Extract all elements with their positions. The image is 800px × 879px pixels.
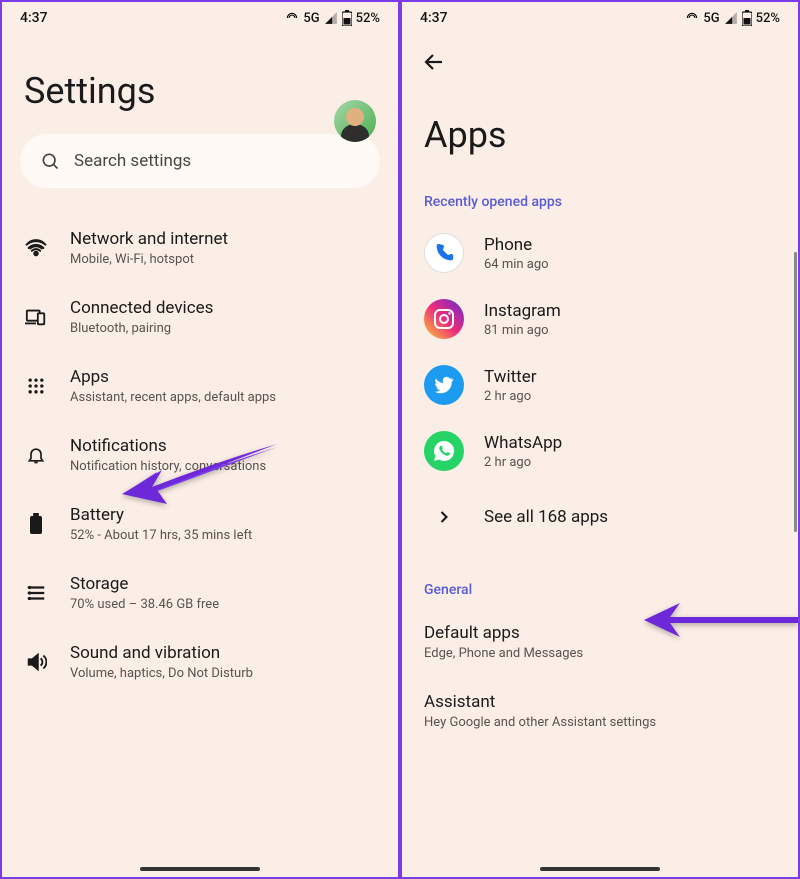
status-time: 4:37 (420, 10, 448, 26)
search-settings[interactable]: Search settings (20, 134, 380, 188)
devices-icon (24, 305, 48, 329)
instagram-app-icon (424, 299, 464, 339)
see-all-apps[interactable]: See all 168 apps (402, 484, 798, 550)
settings-item-battery[interactable]: Battery 52% - About 17 hrs, 35 mins left (2, 490, 398, 559)
gesture-bar[interactable] (140, 867, 260, 871)
status-bar: 4:37 5G 52% (402, 2, 798, 30)
back-arrow-icon (422, 50, 446, 74)
signal-icon (324, 11, 338, 25)
item-title: Apps (70, 366, 376, 388)
search-placeholder: Search settings (74, 151, 191, 171)
profile-avatar[interactable] (334, 100, 376, 142)
search-icon (40, 151, 60, 171)
battery-pct: 52% (356, 11, 380, 26)
item-subtitle: 52% - About 17 hrs, 35 mins left (70, 528, 376, 545)
battery-icon (342, 10, 352, 26)
app-subtitle: 2 hr ago (484, 455, 776, 470)
wifi-icon (24, 236, 48, 260)
recent-app-instagram[interactable]: Instagram 81 min ago (402, 286, 798, 352)
app-title: Instagram (484, 301, 776, 321)
back-button[interactable] (422, 50, 446, 74)
battery-pct: 52% (756, 11, 780, 26)
item-title: Connected devices (70, 297, 376, 319)
settings-item-devices[interactable]: Connected devices Bluetooth, pairing (2, 283, 398, 352)
storage-icon (24, 581, 48, 605)
app-subtitle: 64 min ago (484, 257, 776, 272)
app-subtitle: 2 hr ago (484, 389, 776, 404)
item-subtitle: Hey Google and other Assistant settings (424, 715, 776, 732)
item-subtitle: 70% used – 38.46 GB free (70, 597, 376, 614)
whatsapp-app-icon (424, 431, 464, 471)
item-title: Notifications (70, 435, 376, 457)
settings-item-storage[interactable]: Storage 70% used – 38.46 GB free (2, 559, 398, 628)
battery-icon (742, 10, 752, 26)
app-title: WhatsApp (484, 433, 776, 453)
item-title: Storage (70, 573, 376, 595)
item-title: Battery (70, 504, 376, 526)
gesture-bar[interactable] (540, 867, 660, 871)
signal-icon (724, 11, 738, 25)
item-subtitle: Edge, Phone and Messages (424, 646, 776, 663)
status-right: 5G 52% (685, 10, 780, 26)
bell-icon (24, 443, 48, 467)
item-title: Assistant (424, 691, 776, 713)
settings-list: Network and internet Mobile, Wi-Fi, hots… (2, 206, 398, 705)
item-title: Default apps (424, 622, 776, 644)
settings-screen: 4:37 5G 52% Settings Search settings Net… (0, 0, 400, 879)
app-subtitle: 81 min ago (484, 323, 776, 338)
network-label: 5G (303, 11, 319, 26)
apps-screen: 4:37 5G 52% Apps Recently opened apps Ph… (400, 0, 800, 879)
settings-item-apps[interactable]: Apps Assistant, recent apps, default app… (2, 352, 398, 421)
section-recently-opened: Recently opened apps (402, 178, 798, 220)
recent-app-phone[interactable]: Phone 64 min ago (402, 220, 798, 286)
recent-apps-list: Phone 64 min ago Instagram 81 min ago Tw… (402, 220, 798, 484)
status-bar: 4:37 5G 52% (2, 2, 398, 30)
status-right: 5G 52% (285, 10, 380, 26)
general-item[interactable]: Assistant Hey Google and other Assistant… (402, 677, 798, 746)
hotspot-icon (685, 11, 699, 25)
item-subtitle: Notification history, conversations (70, 459, 376, 476)
network-label: 5G (703, 11, 719, 26)
twitter-app-icon (424, 365, 464, 405)
app-title: Twitter (484, 367, 776, 387)
item-subtitle: Assistant, recent apps, default apps (70, 390, 376, 407)
chevron-right-icon (434, 507, 454, 527)
general-list: Default apps Edge, Phone and MessagesAss… (402, 608, 798, 746)
recent-app-whatsapp[interactable]: WhatsApp 2 hr ago (402, 418, 798, 484)
see-all-label: See all 168 apps (484, 507, 776, 527)
recent-app-twitter[interactable]: Twitter 2 hr ago (402, 352, 798, 418)
general-item[interactable]: Default apps Edge, Phone and Messages (402, 608, 798, 677)
item-subtitle: Volume, haptics, Do Not Disturb (70, 666, 376, 683)
sound-icon (24, 650, 48, 674)
page-title: Settings (2, 70, 398, 112)
app-title: Phone (484, 235, 776, 255)
status-time: 4:37 (20, 10, 48, 26)
section-general: General (402, 566, 798, 608)
scrollbar[interactable] (794, 252, 797, 532)
hotspot-icon (285, 11, 299, 25)
settings-item-sound[interactable]: Sound and vibration Volume, haptics, Do … (2, 628, 398, 697)
phone-app-icon (424, 233, 464, 273)
item-title: Network and internet (70, 228, 376, 250)
battery-icon (24, 512, 48, 536)
item-title: Sound and vibration (70, 642, 376, 664)
settings-item-bell[interactable]: Notifications Notification history, conv… (2, 421, 398, 490)
item-subtitle: Bluetooth, pairing (70, 321, 376, 338)
page-title: Apps (402, 114, 798, 156)
item-subtitle: Mobile, Wi-Fi, hotspot (70, 252, 376, 269)
settings-item-wifi[interactable]: Network and internet Mobile, Wi-Fi, hots… (2, 214, 398, 283)
apps-icon (24, 374, 48, 398)
